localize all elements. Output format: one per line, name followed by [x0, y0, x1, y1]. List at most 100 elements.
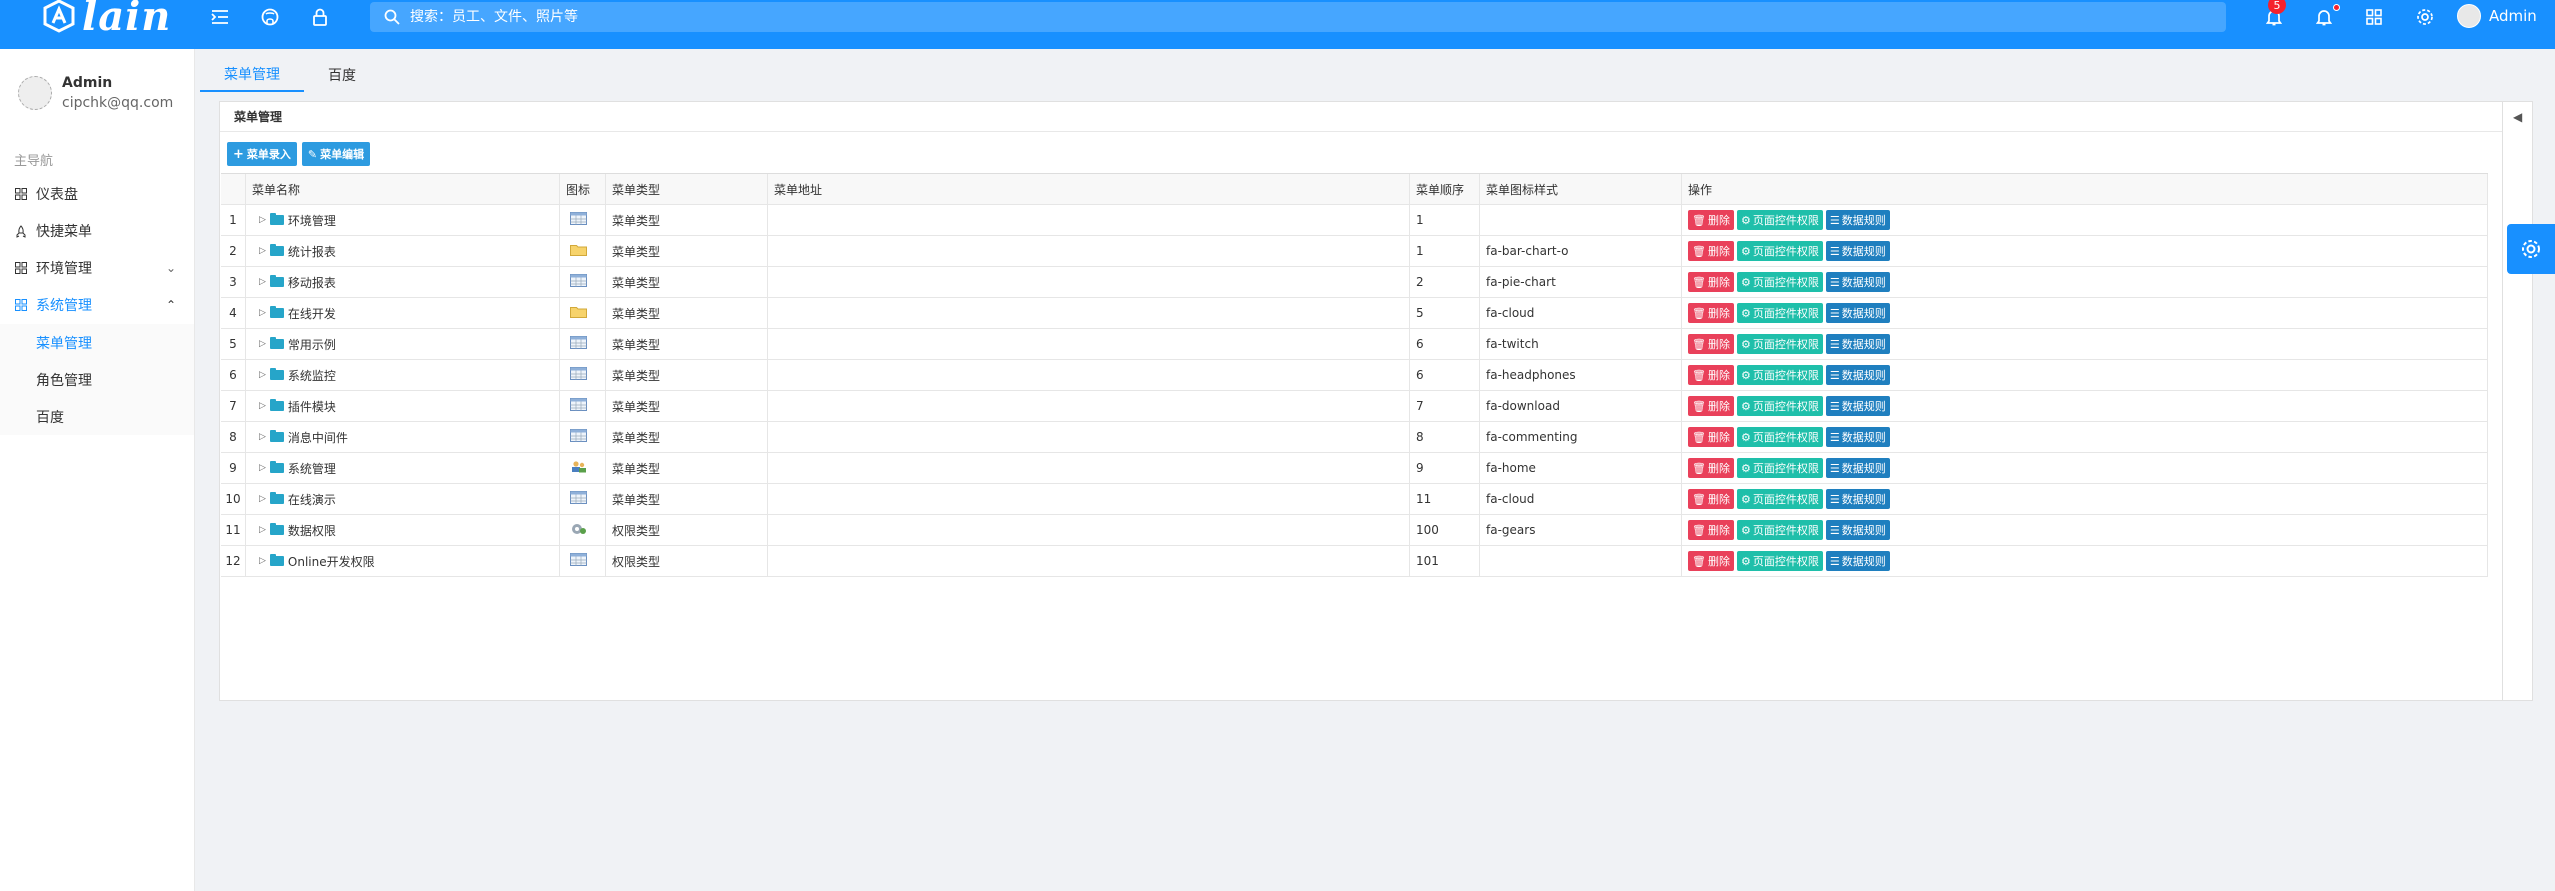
delete-button[interactable]: 🗑 删除 — [1688, 241, 1734, 261]
search-input[interactable] — [410, 9, 1310, 25]
data-rule-button[interactable]: ☰ 数据规则 — [1825, 272, 1890, 292]
column-header-type[interactable]: 菜单类型 — [606, 174, 768, 204]
data-rule-button[interactable]: ☰ 数据规则 — [1825, 489, 1890, 509]
sidebar-subitem-role[interactable]: 角色管理 — [0, 361, 194, 398]
table-row[interactable]: 6 ▷ 系统监控 菜单类型 6 fa-headphones 🗑 删除 ⚙ 页面控件权限 ☰ 数据规则 — [221, 360, 2488, 391]
delete-button[interactable]: 🗑 删除 — [1688, 396, 1734, 416]
expand-arrow-icon[interactable]: ▷ — [259, 277, 266, 287]
page-permission-button[interactable]: ⚙ 页面控件权限 — [1736, 396, 1823, 416]
expand-arrow-icon[interactable]: ▷ — [259, 215, 266, 225]
menu-name-cell[interactable]: ▷ 系统管理 — [246, 453, 560, 483]
table-row[interactable]: 1 ▷ 环境管理 菜单类型 1 🗑 删除 ⚙ 页面控件权限 ☰ 数据规则 — [221, 205, 2488, 236]
delete-button[interactable]: 🗑 删除 — [1688, 210, 1734, 230]
delete-button[interactable]: 🗑 删除 — [1688, 520, 1734, 540]
delete-button[interactable]: 🗑 删除 — [1688, 334, 1734, 354]
data-rule-button[interactable]: ☰ 数据规则 — [1825, 334, 1890, 354]
data-rule-button[interactable]: ☰ 数据规则 — [1825, 551, 1890, 571]
github-icon[interactable] — [259, 6, 281, 28]
column-header-name[interactable]: 菜单名称 — [246, 174, 560, 204]
page-permission-button[interactable]: ⚙ 页面控件权限 — [1736, 489, 1823, 509]
sidebar-item-shortcut[interactable]: 快捷菜单 — [0, 213, 194, 249]
menu-name-cell[interactable]: ▷ 环境管理 — [246, 205, 560, 235]
collapse-panel[interactable]: ◀ — [2503, 101, 2533, 701]
notice-bell-icon[interactable] — [2313, 6, 2335, 28]
search-bar[interactable] — [370, 2, 2226, 32]
page-permission-button[interactable]: ⚙ 页面控件权限 — [1736, 241, 1823, 261]
menu-fold-icon[interactable] — [209, 6, 231, 28]
column-header-url[interactable]: 菜单地址 — [768, 174, 1410, 204]
delete-button[interactable]: 🗑 删除 — [1688, 551, 1734, 571]
tab-baidu[interactable]: 百度 — [304, 58, 380, 92]
sidebar-item-system[interactable]: 系统管理 ⌃ — [0, 287, 194, 323]
table-row[interactable]: 8 ▷ 消息中间件 菜单类型 8 fa-commenting 🗑 删除 ⚙ 页面控件权限 ☰ 数据规则 — [221, 422, 2488, 453]
table-row[interactable]: 2 ▷ 统计报表 菜单类型 1 fa-bar-chart-o 🗑 删除 ⚙ 页面控件权限 ☰ 数据规则 — [221, 236, 2488, 267]
add-menu-button[interactable]: + 菜单录入 — [227, 142, 297, 166]
delete-button[interactable]: 🗑 删除 — [1688, 272, 1734, 292]
table-row[interactable]: 3 ▷ 移动报表 菜单类型 2 fa-pie-chart 🗑 删除 ⚙ 页面控件权限 ☰ 数据规则 — [221, 267, 2488, 298]
menu-name-cell[interactable]: ▷ 统计报表 — [246, 236, 560, 266]
data-rule-button[interactable]: ☰ 数据规则 — [1825, 210, 1890, 230]
edit-menu-button[interactable]: ✎ 菜单编辑 — [301, 142, 371, 166]
page-permission-button[interactable]: ⚙ 页面控件权限 — [1736, 272, 1823, 292]
sidebar-subitem-menu[interactable]: 菜单管理 — [0, 324, 194, 361]
table-row[interactable]: 9 ▷ 系统管理 菜单类型 9 fa-home 🗑 删除 ⚙ 页面控件权限 ☰ 数据规则 — [221, 453, 2488, 484]
data-rule-button[interactable]: ☰ 数据规则 — [1825, 241, 1890, 261]
sidebar-item-dashboard[interactable]: 仪表盘 — [0, 176, 194, 212]
sidebar-item-env[interactable]: 环境管理 ⌄ — [0, 250, 194, 286]
menu-name-cell[interactable]: ▷ 在线开发 — [246, 298, 560, 328]
table-row[interactable]: 7 ▷ 插件模块 菜单类型 7 fa-download 🗑 删除 ⚙ 页面控件权限 ☰ 数据规则 — [221, 391, 2488, 422]
data-rule-button[interactable]: ☰ 数据规则 — [1825, 303, 1890, 323]
page-permission-button[interactable]: ⚙ 页面控件权限 — [1736, 551, 1823, 571]
app-grid-icon[interactable] — [2363, 6, 2385, 28]
expand-arrow-icon[interactable]: ▷ — [259, 525, 266, 535]
expand-arrow-icon[interactable]: ▷ — [259, 246, 266, 256]
table-row[interactable]: 10 ▷ 在线演示 菜单类型 11 fa-cloud 🗑 删除 ⚙ 页面控件权限 ☰ 数据规则 — [221, 484, 2488, 515]
table-row[interactable]: 12 ▷ Online开发权限 权限类型 101 🗑 删除 ⚙ 页面控件权限 ☰ 数据规则 — [221, 546, 2488, 577]
expand-arrow-icon[interactable]: ▷ — [259, 401, 266, 411]
table-row[interactable]: 11 ▷ 数据权限 权限类型 100 fa-gears 🗑 删除 ⚙ 页面控件权限 ☰ 数据规则 — [221, 515, 2488, 546]
delete-button[interactable]: 🗑 删除 — [1688, 303, 1734, 323]
page-permission-button[interactable]: ⚙ 页面控件权限 — [1736, 427, 1823, 447]
user-profile[interactable]: Admin cipchk@qq.com — [18, 75, 173, 111]
app-logo[interactable]: lain — [42, 0, 171, 40]
menu-name-cell[interactable]: ▷ 常用示例 — [246, 329, 560, 359]
menu-name-cell[interactable]: ▷ 数据权限 — [246, 515, 560, 545]
tab-menu-management[interactable]: 菜单管理 — [200, 58, 304, 92]
page-permission-button[interactable]: ⚙ 页面控件权限 — [1736, 520, 1823, 540]
user-menu[interactable]: Admin — [2457, 4, 2537, 28]
data-rule-button[interactable]: ☰ 数据规则 — [1825, 520, 1890, 540]
menu-name-cell[interactable]: ▷ 移动报表 — [246, 267, 560, 297]
delete-button[interactable]: 🗑 删除 — [1688, 365, 1734, 385]
page-permission-button[interactable]: ⚙ 页面控件权限 — [1736, 210, 1823, 230]
menu-name-cell[interactable]: ▷ Online开发权限 — [246, 546, 560, 576]
page-permission-button[interactable]: ⚙ 页面控件权限 — [1736, 365, 1823, 385]
delete-button[interactable]: 🗑 删除 — [1688, 427, 1734, 447]
expand-arrow-icon[interactable]: ▷ — [259, 494, 266, 504]
column-header-icon[interactable]: 图标 — [560, 174, 606, 204]
table-row[interactable]: 4 ▷ 在线开发 菜单类型 5 fa-cloud 🗑 删除 ⚙ 页面控件权限 ☰ 数据规则 — [221, 298, 2488, 329]
settings-icon[interactable] — [2414, 6, 2436, 28]
theme-setting-button[interactable] — [2507, 224, 2555, 274]
data-rule-button[interactable]: ☰ 数据规则 — [1825, 396, 1890, 416]
table-row[interactable]: 5 ▷ 常用示例 菜单类型 6 fa-twitch 🗑 删除 ⚙ 页面控件权限 ☰ 数据规则 — [221, 329, 2488, 360]
data-rule-button[interactable]: ☰ 数据规则 — [1825, 365, 1890, 385]
expand-arrow-icon[interactable]: ▷ — [259, 556, 266, 566]
expand-arrow-icon[interactable]: ▷ — [259, 339, 266, 349]
column-header-icon-style[interactable]: 菜单图标样式 — [1480, 174, 1682, 204]
menu-name-cell[interactable]: ▷ 系统监控 — [246, 360, 560, 390]
menu-name-cell[interactable]: ▷ 插件模块 — [246, 391, 560, 421]
expand-arrow-icon[interactable]: ▷ — [259, 463, 266, 473]
menu-name-cell[interactable]: ▷ 消息中间件 — [246, 422, 560, 452]
page-permission-button[interactable]: ⚙ 页面控件权限 — [1736, 334, 1823, 354]
data-rule-button[interactable]: ☰ 数据规则 — [1825, 427, 1890, 447]
expand-arrow-icon[interactable]: ▷ — [259, 370, 266, 380]
expand-arrow-icon[interactable]: ▷ — [259, 432, 266, 442]
delete-button[interactable]: 🗑 删除 — [1688, 458, 1734, 478]
menu-name-cell[interactable]: ▷ 在线演示 — [246, 484, 560, 514]
lock-icon[interactable] — [309, 6, 331, 28]
data-rule-button[interactable]: ☰ 数据规则 — [1825, 458, 1890, 478]
page-permission-button[interactable]: ⚙ 页面控件权限 — [1736, 458, 1823, 478]
sidebar-subitem-baidu[interactable]: 百度 — [0, 398, 194, 435]
delete-button[interactable]: 🗑 删除 — [1688, 489, 1734, 509]
expand-arrow-icon[interactable]: ▷ — [259, 308, 266, 318]
